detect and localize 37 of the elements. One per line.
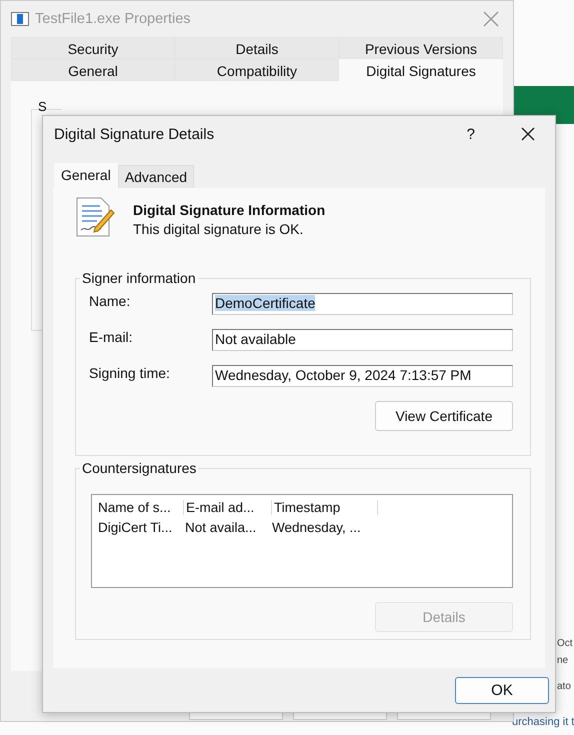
list-cell[interactable]: Wednesday, ...: [270, 520, 375, 534]
heading: Digital Signature Information: [133, 202, 326, 218]
view-certificate-button[interactable]: View Certificate: [375, 401, 513, 431]
column-header[interactable]: E-mail ad...: [184, 500, 272, 514]
close-icon[interactable]: [521, 127, 535, 141]
dialog-title: Digital Signature Details: [54, 126, 216, 142]
tab[interactable]: General: [11, 59, 175, 81]
background-text: ne: [557, 655, 568, 666]
background-text: Oct: [557, 638, 573, 649]
group-label: Countersignatures: [80, 460, 198, 476]
text-field[interactable]: Not available: [212, 329, 513, 351]
ok-button[interactable]: OK: [455, 677, 549, 704]
tab[interactable]: Previous Versions: [339, 37, 503, 59]
help-button[interactable]: ?: [466, 126, 475, 142]
list-cell[interactable]: Not availa...: [183, 520, 270, 534]
background-text: urchasing it t: [512, 716, 574, 728]
column-header[interactable]: Name of s...: [96, 500, 184, 514]
field-label: E-mail:: [89, 329, 134, 345]
window-title: TestFile1.exe Properties: [35, 11, 192, 27]
group-label: Signer information: [80, 270, 198, 286]
text-field[interactable]: Wednesday, October 9, 2024 7:13:57 PM: [212, 365, 513, 387]
window-icon: [11, 12, 29, 26]
status-text: This digital signature is OK.: [133, 221, 304, 237]
signed-document-icon: [75, 196, 115, 238]
tab[interactable]: Advanced: [118, 165, 194, 188]
tab[interactable]: General: [54, 163, 118, 188]
list-cell[interactable]: DigiCert Ti...: [96, 520, 183, 534]
tab[interactable]: Details: [175, 37, 339, 59]
text-field[interactable]: DemoCertificate: [212, 293, 513, 315]
tab[interactable]: Digital Signatures: [339, 59, 503, 81]
field-label: Name:: [89, 293, 132, 309]
background-text: ato: [557, 681, 571, 692]
group-label: S: [38, 99, 47, 114]
tab[interactable]: Compatibility: [175, 59, 339, 81]
column-header[interactable]: Timestamp: [272, 500, 378, 514]
tab[interactable]: Security: [11, 37, 175, 59]
field-label: Signing time:: [89, 365, 171, 381]
